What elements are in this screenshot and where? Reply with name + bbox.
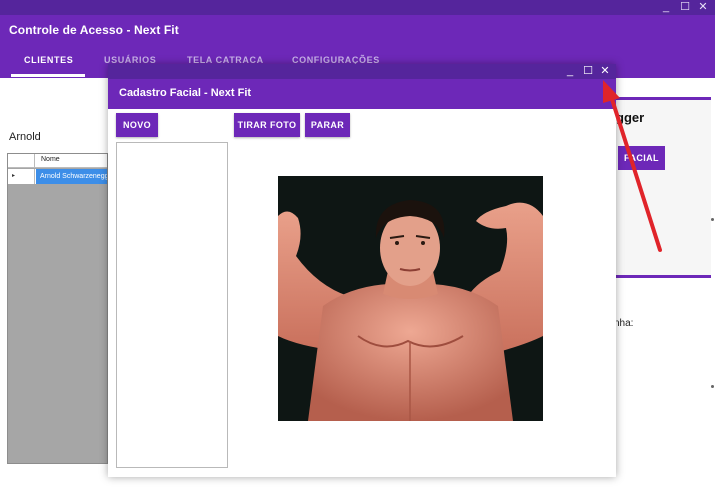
table-cell-name[interactable]: Arnold Schwarzenegger bbox=[36, 169, 107, 184]
tirar-foto-button[interactable]: TIRAR FOTO bbox=[234, 113, 300, 137]
maximize-button[interactable]: ☐ bbox=[677, 0, 693, 15]
dialog-titlebar: _ ☐ ✕ bbox=[108, 64, 616, 79]
novo-button[interactable]: NOVO bbox=[116, 113, 158, 137]
grid-corner bbox=[8, 154, 35, 168]
app-title: Controle de Acesso - Next Fit bbox=[9, 23, 179, 37]
client-name: gger bbox=[616, 110, 645, 125]
face-list[interactable] bbox=[116, 142, 228, 468]
close-button[interactable]: ✕ bbox=[695, 0, 711, 15]
captured-face-photo bbox=[278, 176, 543, 421]
edge-dot bbox=[711, 218, 714, 221]
table-row[interactable]: ▸ Arnold Schwarzenegger bbox=[8, 169, 107, 184]
tab-clientes[interactable]: CLIENTES bbox=[24, 55, 73, 65]
clients-grid[interactable]: Nome ▸ Arnold Schwarzenegger bbox=[7, 153, 108, 464]
search-input[interactable]: Arnold bbox=[9, 131, 41, 143]
edge-dot bbox=[711, 385, 714, 388]
dialog-close-button[interactable]: ✕ bbox=[597, 64, 613, 79]
grid-header: Nome bbox=[8, 154, 107, 168]
main-titlebar: _ ☐ ✕ bbox=[0, 0, 715, 15]
dialog-minimize-button[interactable]: _ bbox=[562, 64, 578, 79]
senha-label: nha: bbox=[614, 318, 634, 329]
active-tab-indicator bbox=[11, 74, 85, 77]
column-header-nome[interactable]: Nome bbox=[41, 156, 60, 163]
dialog-header: Cadastro Facial - Next Fit bbox=[108, 79, 616, 109]
parar-button[interactable]: PARAR bbox=[305, 113, 350, 137]
row-selector-icon[interactable]: ▸ bbox=[8, 169, 35, 184]
facial-button[interactable]: FACIAL bbox=[618, 146, 665, 170]
dialog-maximize-button[interactable]: ☐ bbox=[580, 64, 596, 79]
minimize-button[interactable]: _ bbox=[658, 0, 674, 15]
facial-registration-dialog: _ ☐ ✕ Cadastro Facial - Next Fit NOVO TI… bbox=[108, 64, 616, 477]
dialog-title: Cadastro Facial - Next Fit bbox=[119, 87, 252, 99]
client-card: gger FACIAL bbox=[604, 97, 711, 278]
